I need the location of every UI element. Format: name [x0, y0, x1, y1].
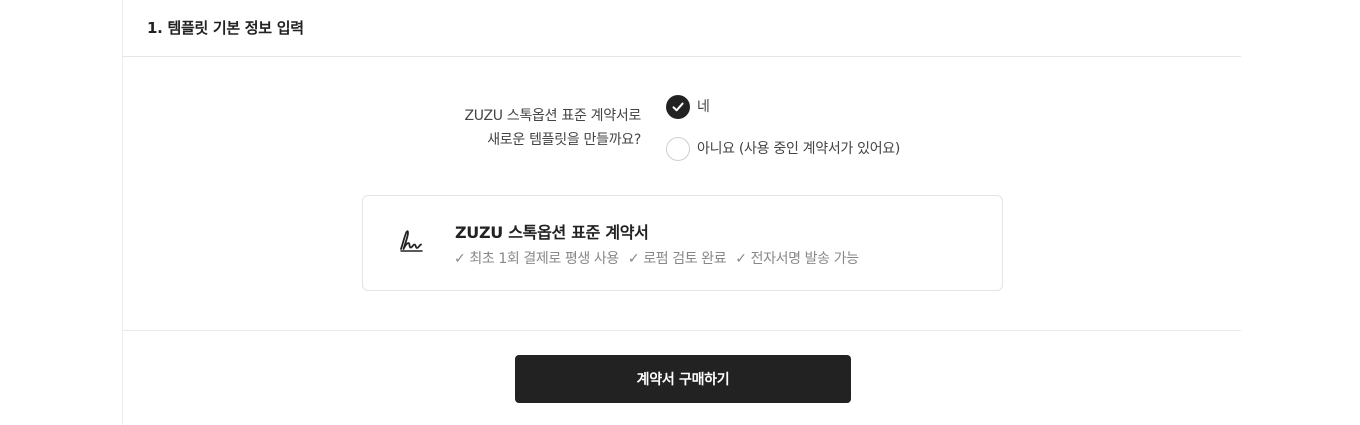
- radio-checked-icon[interactable]: [666, 95, 690, 119]
- option-no-label: 아니요 (사용 중인 계약서가 있어요): [697, 141, 901, 157]
- question-line-2: 새로운 템플릿을 만들까요?: [487, 132, 641, 148]
- section-title: 1. 템플릿 기본 정보 입력: [147, 19, 304, 37]
- template-form-panel: 1. 템플릿 기본 정보 입력 ZUZU 스톡옵션 표준 계약서로 새로운 템플…: [122, 0, 1241, 425]
- card-feature-item: ✓ 전자서명 발송 가능: [735, 251, 859, 267]
- card-feature-list: ✓ 최초 1회 결제로 평생 사용 ✓ 로펌 검토 완료 ✓ 전자서명 발송 가…: [454, 248, 859, 268]
- footer-divider: [123, 330, 1241, 331]
- signature-icon: [398, 229, 426, 255]
- option-yes-label: 네: [697, 98, 710, 115]
- question-line-1: ZUZU 스톡옵션 표준 계약서로: [464, 108, 642, 124]
- card-feature-item: ✓ 최초 1회 결제로 평생 사용: [454, 251, 619, 267]
- option-no-radio[interactable]: 아니요 (사용 중인 계약서가 있어요): [666, 137, 900, 161]
- card-title: ZUZU 스톡옵션 표준 계약서: [455, 223, 649, 242]
- template-question: ZUZU 스톡옵션 표준 계약서로 새로운 템플릿을 만들까요?: [361, 104, 642, 152]
- option-yes-radio[interactable]: 네: [666, 95, 710, 119]
- standard-contract-card: ZUZU 스톡옵션 표준 계약서 ✓ 최초 1회 결제로 평생 사용 ✓ 로펌 …: [362, 195, 1003, 291]
- section-header: 1. 템플릿 기본 정보 입력: [123, 0, 1241, 57]
- card-feature-item: ✓ 로펌 검토 완료: [627, 251, 727, 267]
- purchase-contract-button[interactable]: 계약서 구매하기: [515, 355, 851, 403]
- radio-unchecked-icon[interactable]: [666, 137, 690, 161]
